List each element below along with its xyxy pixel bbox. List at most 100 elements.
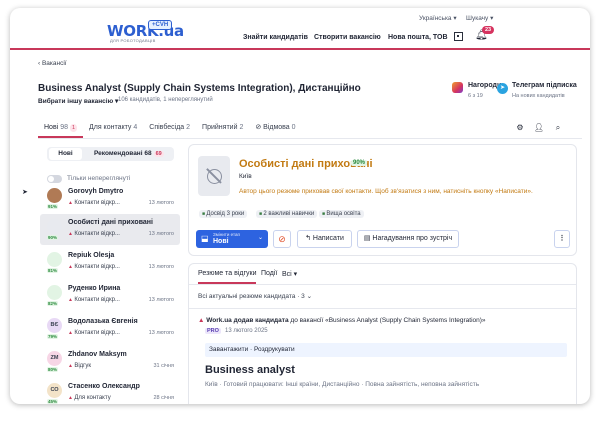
candidate-date: 31 січня (153, 363, 175, 369)
candidate-list-item[interactable]: 90% Особисті дані приховані Контакти відкр… (40, 214, 180, 245)
change-stage-button[interactable]: ⬓ Змінити етап Нові ⌄ (196, 230, 268, 248)
match-badge: 90% (47, 235, 59, 240)
candidate-list-item[interactable]: 81% Repiuk Olesja Контакти відкр... 13 люто… (40, 247, 180, 278)
skills-chip: 2 важливі навички (256, 210, 318, 218)
avatar: ВЄ (47, 318, 62, 333)
tab-events[interactable]: Події (261, 270, 277, 277)
candidate-name: Руденко Ирина (68, 285, 121, 292)
candidate-status: Для контакту (68, 395, 110, 401)
match-badge: 45% (47, 399, 59, 404)
tab-accepted[interactable]: Прийнятий 2 (196, 122, 249, 138)
candidate-status: Контакти відкр... (68, 264, 120, 270)
tab-new[interactable]: Нові 98 1 (38, 122, 83, 138)
write-button[interactable]: ↰ Написати (297, 230, 352, 248)
event-divider (189, 308, 576, 309)
back-to-vacancies-link[interactable]: ‹ Вакансії (38, 60, 67, 67)
resume-title: Business analyst (205, 364, 295, 376)
match-badge: 79% (47, 334, 59, 339)
avatar (47, 188, 62, 203)
tab-all-filter[interactable]: Всі ▾ (282, 270, 297, 278)
all-resumes-dropdown[interactable]: Всі актуальні резюме кандидата · 3 ⌄ (198, 292, 312, 300)
candidate-name: Стасенко Олександр (68, 383, 140, 390)
segment-recommended[interactable]: Рекомендовані 68 69 (94, 150, 164, 157)
candidate-list-item[interactable]: 91% Gorovyh Dmytro Контакти відкр... 13 лют… (40, 183, 180, 214)
candidate-name: Gorovyh Dmytro (68, 188, 124, 195)
vacancy-title: Business Analyst (Supply Chain Systems I… (38, 83, 361, 94)
candidate-counts: 106 кандидатів, 1 непереглянутий (118, 97, 213, 103)
stage-tabs: Нові 98 1 Для контакту 4 Співбесіда 2 Пр… (38, 122, 302, 138)
candidate-name: Особисті дані приховані (68, 219, 153, 226)
unviewed-only-label: Тільки непереглянуті (67, 175, 131, 182)
stage-icon: ⬓ (201, 234, 209, 243)
tab-interview[interactable]: Співбесіда 2 (143, 122, 196, 138)
candidate-list-item[interactable]: ВЄ79% Водолазька Євгенія Контакти відкр...… (40, 313, 180, 344)
search-icon[interactable]: ⌕ (551, 121, 565, 135)
match-badge: 80% (47, 367, 59, 372)
settings-icon[interactable]: ⚙ (513, 121, 527, 135)
rewards-icon[interactable] (452, 82, 463, 93)
candidate-city: Київ (239, 173, 252, 180)
avatar (47, 285, 62, 300)
candidate-name: Водолазька Євгенія (68, 318, 138, 325)
qr-icon[interactable] (454, 32, 463, 41)
top-bar: WORK.ua +CVH ДЛЯ РОБОТОДАВЦІВ Українська… (10, 8, 590, 50)
candidate-name: Zhdanov Maksym (68, 351, 127, 358)
tab-rejected[interactable]: ⊘ Відмова 0 (249, 122, 301, 138)
candidate-list-item[interactable]: СО45% Стасенко Олександр Для контакту 28 сі… (40, 378, 180, 404)
candidate-date: 13 лютого (148, 200, 174, 206)
add-user-icon[interactable]: 👤︎ (532, 121, 546, 135)
rewards-progress: 6 з 19 (468, 93, 483, 99)
notification-badge: 23 (482, 26, 495, 34)
match-badge: 81% (47, 268, 59, 273)
event-date: 13 лютого 2025 (225, 328, 268, 334)
avatar: ZM (47, 351, 62, 366)
event-title: ▲ Work.ua додав кандидата до вакансії «B… (198, 317, 486, 324)
chevron-down-icon: ⌄ (257, 235, 263, 241)
tabs-divider (38, 138, 582, 139)
download-print-links[interactable]: Завантажити · Роздрукувати (205, 343, 567, 357)
candidate-list-item[interactable]: 82% Руденко Ирина Контакти відкр... 13 люто… (40, 280, 180, 311)
nav-find-candidates[interactable]: Знайти кандидатів (243, 34, 308, 41)
candidate-date: 13 лютого (148, 264, 174, 270)
candidate-name: Repiuk Olesja (68, 252, 115, 259)
candidate-date: 13 лютого (148, 330, 174, 336)
seeker-switcher[interactable]: Шукачу ▾ (466, 14, 493, 22)
candidate-list-item[interactable]: ZM80% Zhdanov Maksym Відгук 31 січня (40, 346, 180, 377)
experience-chip: Досвід 3 роки (199, 210, 248, 218)
hidden-avatar-icon (198, 156, 230, 196)
logo-subtitle: ДЛЯ РОБОТОДАВЦІВ (110, 38, 156, 43)
telegram-title[interactable]: Телеграм підписка (512, 82, 577, 89)
match-badge: 82% (47, 301, 59, 306)
language-switcher[interactable]: Українська ▾ (419, 14, 457, 22)
match-badge: 91% (47, 204, 59, 209)
segment-new[interactable]: Нові (49, 148, 82, 160)
tab-to-contact[interactable]: Для контакту 4 (83, 122, 143, 138)
education-chip: Вища освіта (319, 210, 364, 218)
hidden-contacts-note: Автор цього резюме приховав свої контакт… (239, 188, 533, 195)
candidate-date: 28 січня (153, 395, 175, 401)
choose-vacancy-dropdown[interactable]: Вибрати іншу вакансію ▾ (38, 97, 118, 105)
avatar (47, 219, 62, 234)
more-actions-button[interactable]: ⋮ (554, 230, 570, 248)
telegram-icon[interactable]: ➤ (497, 83, 508, 94)
pro-badge: PRO (205, 328, 221, 334)
nav-company[interactable]: Нова пошта, ТОВ (388, 34, 448, 41)
candidate-status: Контакти відкр... (68, 231, 120, 237)
candidate-status: Контакти відкр... (68, 200, 120, 206)
tab-resume-responses[interactable]: Резюме та відгуки (198, 270, 257, 284)
telegram-subtitle: На нових кандидатів (512, 93, 565, 99)
avatar: СО (47, 383, 62, 398)
nav-create-vacancy[interactable]: Створити вакансію (314, 34, 381, 41)
candidate-status: Контакти відкр... (68, 330, 120, 336)
match-badge: 90% (351, 160, 368, 166)
candidate-status: Контакти відкр... (68, 297, 120, 303)
meeting-reminder-button[interactable]: ▤ Нагадування про зустріч (357, 230, 459, 248)
candidate-date: 13 лютого (148, 231, 174, 237)
logo-badge: +CVH (148, 20, 173, 30)
app-window: WORK.ua +CVH ДЛЯ РОБОТОДАВЦІВ Українська… (10, 8, 590, 404)
mouse-cursor-icon: ➤ (22, 189, 28, 196)
reject-icon[interactable]: ⊘ (273, 230, 291, 248)
avatar (47, 252, 62, 267)
candidate-status: Відгук (68, 363, 91, 369)
unviewed-only-toggle[interactable] (47, 175, 62, 183)
